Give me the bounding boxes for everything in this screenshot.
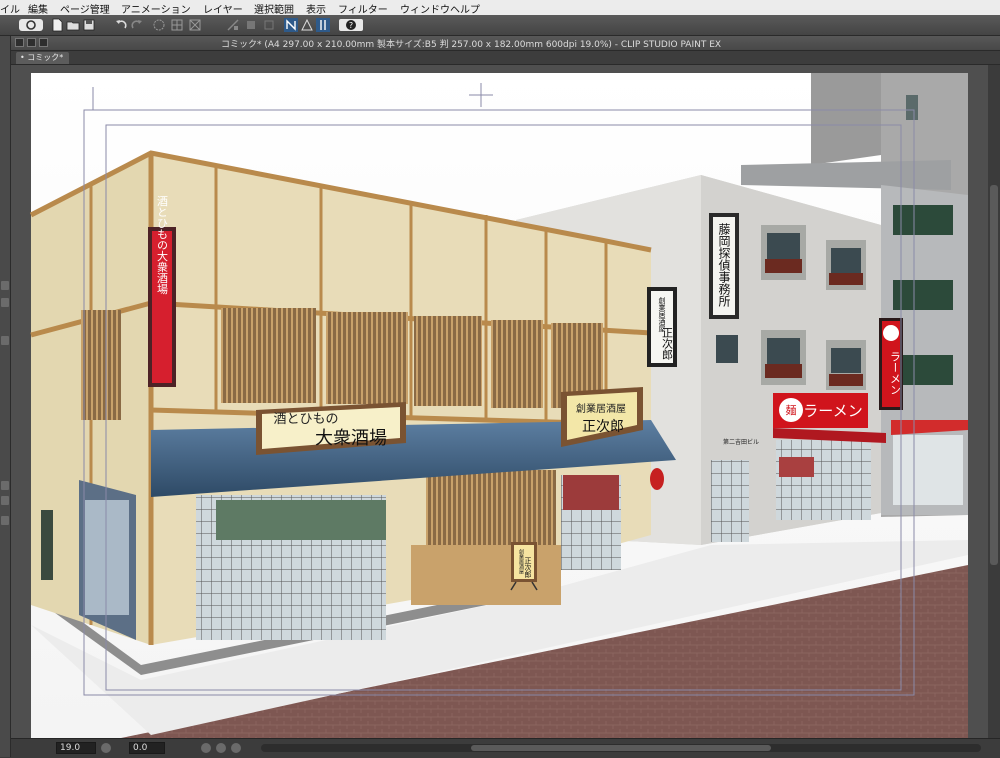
line-snap-icon[interactable]: [284, 18, 298, 32]
horizontal-scroll-thumb[interactable]: [471, 745, 771, 751]
undo-icon[interactable]: [114, 18, 128, 32]
red-lantern: [650, 468, 664, 490]
masajiro-vertical-name: 正次郎: [661, 327, 674, 360]
canvas-area[interactable]: 酒とひもの大衆酒場 酒とひもの 大衆酒場 創業居酒屋 正次郎 創業居酒屋 正次郎: [11, 65, 988, 738]
tab-label: コミック*: [27, 53, 64, 62]
perspective-icon[interactable]: [300, 18, 314, 32]
masajiro-sign-small: 創業居酒屋: [576, 402, 626, 415]
vertical-scrollbar[interactable]: [988, 65, 1000, 738]
horizontal-scrollbar[interactable]: [261, 744, 981, 752]
ramen-vertical-text: ラーメン: [889, 351, 902, 395]
izakaya-signboard: 酒とひもの 大衆酒場: [256, 402, 406, 455]
angle-field[interactable]: 0.0: [129, 742, 165, 754]
izakaya-sign-main: 大衆酒場: [315, 428, 387, 449]
ruler-snap-icon[interactable]: [226, 18, 240, 32]
menu-layer[interactable]: レイヤー: [203, 1, 243, 16]
menu-edit[interactable]: 編集: [28, 1, 48, 16]
menu-file[interactable]: イル: [0, 1, 20, 16]
palette-handle[interactable]: [1, 496, 9, 505]
snap-icon[interactable]: [170, 18, 184, 32]
menu-bar: イル 編集 ページ管理 アニメーション レイヤー 選択範囲 表示 フィルター ウ…: [0, 0, 1000, 16]
palette-handle[interactable]: [1, 516, 9, 525]
palette-handle[interactable]: [1, 336, 9, 345]
reset-rotation-icon[interactable]: [231, 743, 241, 753]
open-file-icon[interactable]: [66, 18, 80, 32]
palette-handle[interactable]: [1, 281, 9, 290]
new-file-icon[interactable]: [50, 18, 64, 32]
close-window-button[interactable]: [15, 38, 24, 47]
redo-icon[interactable]: [130, 18, 144, 32]
menu-animation[interactable]: アニメーション: [121, 1, 191, 16]
zoom-stepper-icon[interactable]: [101, 743, 111, 753]
menu-selection[interactable]: 選択範囲: [254, 1, 294, 16]
tool-palette-edge: [0, 36, 11, 757]
status-bar: 19.0 0.0: [11, 738, 1000, 758]
menu-filter[interactable]: フィルター: [338, 1, 388, 16]
palette-handle[interactable]: [1, 298, 9, 307]
document-tab-bar: • コミック*: [11, 51, 1000, 65]
canvas-window-titlebar: コミック* (A4 297.00 x 210.00mm 製本サイズ:B5 判 2…: [11, 36, 1000, 51]
layer-snap-icon[interactable]: [244, 18, 258, 32]
masajiro-sign-name: 正次郎: [582, 419, 624, 435]
comic-canvas[interactable]: 酒とひもの大衆酒場 酒とひもの 大衆酒場 創業居酒屋 正次郎 創業居酒屋 正次郎: [11, 65, 988, 738]
ramen-mark: 麺: [786, 404, 797, 417]
ramen-sign-text: ラーメン: [803, 402, 862, 420]
menu-help[interactable]: ヘルプ: [450, 1, 480, 16]
building-name-plate: 第二吉田ビル: [723, 438, 759, 446]
menu-view[interactable]: 表示: [306, 1, 326, 16]
minimize-window-button[interactable]: [27, 38, 36, 47]
transform-icon[interactable]: [152, 18, 166, 32]
rotate-left-icon[interactable]: [201, 743, 211, 753]
help-icon[interactable]: ?: [338, 18, 364, 32]
ramen-vertical-sign: ラーメン: [879, 318, 903, 410]
grid-icon[interactable]: [188, 18, 202, 32]
menu-page[interactable]: ページ管理: [60, 1, 110, 16]
masajiro-vertical-sign: 創業居酒屋 正次郎: [647, 287, 677, 367]
special-ruler-icon[interactable]: [316, 18, 330, 32]
window-title: コミック* (A4 297.00 x 210.00mm 製本サイズ:B5 判 2…: [221, 40, 722, 50]
detective-sign-text: 藤岡探偵事務所: [717, 223, 731, 307]
document-tab[interactable]: • コミック*: [16, 52, 70, 64]
zoom-field[interactable]: 19.0: [56, 742, 96, 754]
maximize-window-button[interactable]: [39, 38, 48, 47]
izakaya-sign-top: 酒とひもの: [273, 412, 338, 427]
rotate-right-icon[interactable]: [216, 743, 226, 753]
clip-logo-icon[interactable]: [18, 18, 44, 32]
svg-text:?: ?: [349, 21, 353, 30]
menu-window[interactable]: ウィンドウ: [400, 1, 450, 16]
frame-snap-icon[interactable]: [262, 18, 276, 32]
detective-office-sign: 藤岡探偵事務所: [709, 213, 739, 319]
command-bar: ?: [0, 15, 1000, 36]
vertical-scroll-thumb[interactable]: [990, 185, 998, 565]
stand-board-name: 正次郎: [524, 557, 532, 579]
vertical-sign-text: 酒とひもの大衆酒場: [156, 195, 169, 295]
save-icon[interactable]: [82, 18, 96, 32]
palette-handle[interactable]: [1, 481, 9, 490]
